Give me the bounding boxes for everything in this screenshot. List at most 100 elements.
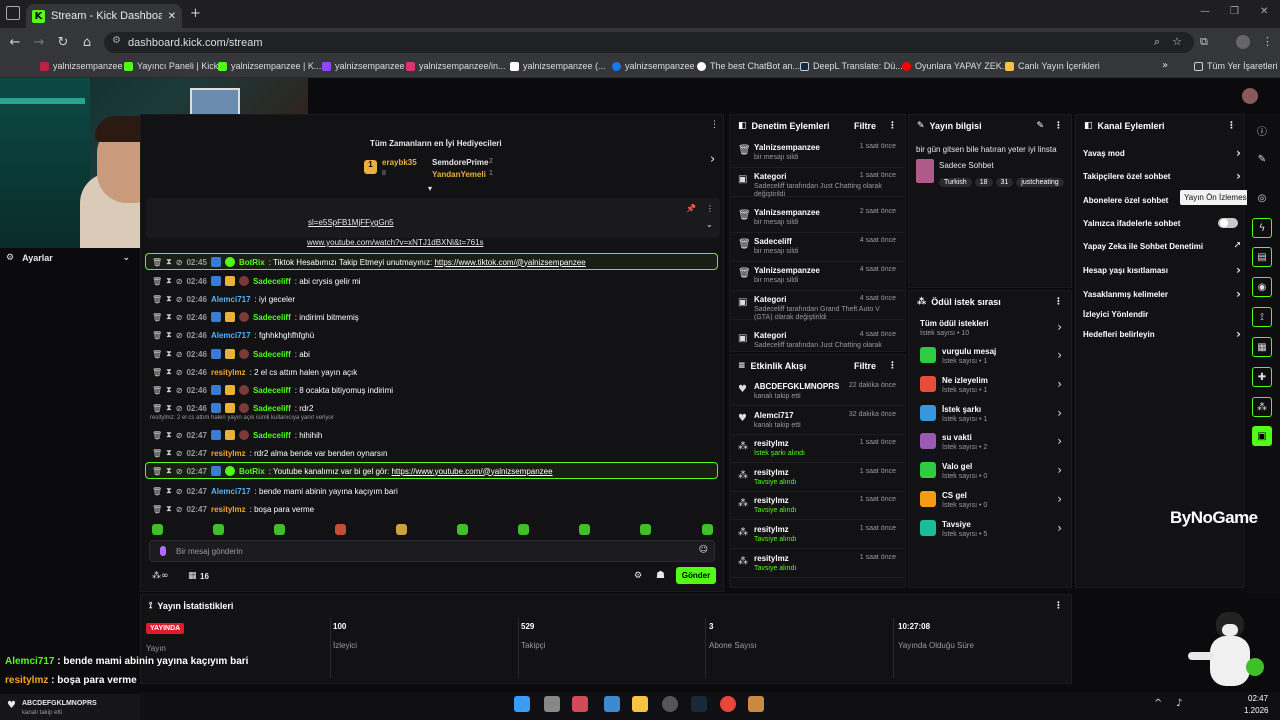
browser-menu-icon[interactable]: ⋮ — [1262, 35, 1273, 48]
emote-icon[interactable] — [518, 524, 529, 535]
back-icon[interactable]: ← — [3, 30, 27, 54]
bookmark-item[interactable]: yalnizsempanzee/in... — [406, 61, 506, 71]
tag[interactable]: justcheating — [1016, 178, 1064, 187]
share-icon[interactable]: ⁂ — [1252, 397, 1272, 417]
channel-action-item[interactable]: İzleyici Yönlendir — [1083, 305, 1241, 323]
delete-icon[interactable]: 🗑 — [152, 313, 162, 322]
delete-icon[interactable]: 🗑 — [152, 404, 162, 413]
timeout-icon[interactable]: ⧗ — [166, 330, 172, 340]
ban-icon[interactable]: ⊘ — [176, 295, 183, 304]
bolt-icon[interactable]: ϟ — [1252, 218, 1272, 238]
activity-menu-icon[interactable]: ⋮ — [888, 361, 897, 371]
rewards-menu-icon[interactable]: ⋮ — [1054, 297, 1063, 307]
ban-icon[interactable]: ⊘ — [176, 368, 183, 377]
delete-icon[interactable]: 🗑 — [152, 295, 162, 304]
tray-chevron-icon[interactable]: ^ — [1154, 698, 1162, 709]
timeout-icon[interactable]: ⧗ — [166, 294, 172, 304]
more-bookmarks-icon[interactable]: » — [1162, 60, 1168, 71]
channel-action-item[interactable]: Yavaş mod › — [1083, 144, 1241, 162]
send-button[interactable]: Gönder — [676, 567, 716, 584]
pinned-link[interactable]: sl=e5SpFB1MjFFygGn5 — [308, 218, 394, 227]
reward-item[interactable]: İstek şarkı İstek sayısı • 1 › — [918, 402, 1066, 430]
preview-icon[interactable]: ◎ — [1252, 188, 1272, 208]
message-username[interactable]: Sadeceliff — [253, 386, 291, 395]
browser-tab[interactable]: K Stream - Kick Dashboard ✕ — [26, 4, 182, 28]
delete-icon[interactable]: 🗑 — [152, 277, 162, 286]
tools-icon[interactable]: ✚ — [1252, 367, 1272, 387]
message-username[interactable]: resitylmz — [211, 368, 246, 377]
bookmark-folder[interactable]: Canlı Yayın İçerikleri — [1005, 61, 1100, 71]
channel-action-item[interactable]: Yapay Zeka ile Sohbet Denetimi ↗ — [1083, 237, 1241, 255]
emoji-icon[interactable]: ☺ — [699, 545, 708, 555]
tag[interactable]: Turkish — [939, 178, 972, 187]
channel-action-item[interactable]: Yasaklanmış kelimeler › — [1083, 285, 1241, 303]
expand-chevron-icon[interactable]: ⌄ — [706, 220, 713, 229]
delete-icon[interactable]: 🗑 — [152, 350, 162, 359]
bookmark-item[interactable]: yalnizsempanzee — [322, 61, 405, 71]
address-bar[interactable]: ⚙ dashboard.kick.com/stream ⌕ ☆ — [104, 32, 1194, 53]
reward-item[interactable]: Valo gel İstek sayısı • 0 › — [918, 459, 1066, 487]
message-username[interactable]: resitylmz — [211, 505, 246, 514]
users-icon[interactable]: ⁂∞ — [152, 571, 169, 581]
delete-icon[interactable]: 🗑 — [152, 467, 162, 476]
ban-icon[interactable]: ⊘ — [176, 313, 183, 322]
home-icon[interactable]: ⌂ — [75, 30, 99, 54]
timeout-icon[interactable]: ⧗ — [166, 276, 172, 286]
message-username[interactable]: Sadeceliff — [253, 404, 291, 413]
ban-icon[interactable]: ⊘ — [176, 404, 183, 413]
timeout-icon[interactable]: ⧗ — [166, 385, 172, 395]
channel-actions-menu-icon[interactable]: ⋮ — [1227, 121, 1236, 131]
next-chevron-icon[interactable]: › — [710, 152, 715, 167]
edit-icon[interactable]: ✎ — [1036, 121, 1044, 131]
chat-menu-icon[interactable]: ⋮ — [710, 120, 719, 130]
user-avatar[interactable] — [1242, 88, 1258, 104]
stream-info-menu-icon[interactable]: ⋮ — [1054, 121, 1063, 131]
timeout-icon[interactable]: ⧗ — [166, 486, 172, 496]
layout-icon[interactable]: ▣ — [1252, 426, 1272, 446]
emote-icon[interactable] — [335, 524, 346, 535]
message-username[interactable]: Alemci717 — [211, 331, 251, 340]
ban-icon[interactable]: ⊘ — [176, 487, 183, 496]
message-username[interactable]: Alemci717 — [211, 295, 251, 304]
mod-menu-icon[interactable]: ⋮ — [888, 121, 897, 131]
close-window-icon[interactable]: ✕ — [1260, 6, 1268, 17]
bookmark-item[interactable]: yalnizsempanzee (... — [510, 61, 606, 71]
mod-filter-button[interactable]: Filtre — [854, 121, 876, 131]
bot-icon[interactable]: ☗ — [656, 570, 665, 581]
timeout-icon[interactable]: ⧗ — [166, 403, 172, 413]
timeout-icon[interactable]: ⧗ — [166, 466, 172, 476]
message-username[interactable]: BotRix — [239, 258, 265, 267]
broadcast-icon[interactable]: ⟟ — [1252, 307, 1272, 327]
activity-filter-button[interactable]: Filtre — [854, 361, 876, 371]
file-explorer-icon[interactable] — [632, 696, 648, 712]
pinned-menu-icon[interactable]: ⋮ — [706, 204, 714, 213]
reward-item[interactable]: Ne izleyelim İstek sayısı • 1 › — [918, 373, 1066, 401]
message-username[interactable]: BotRix — [239, 467, 265, 476]
timeout-icon[interactable]: ⧗ — [166, 504, 172, 514]
bookmark-item[interactable]: Oyunlara YAPAY ZEK... — [902, 61, 1009, 71]
site-info-icon[interactable]: ⚙ — [112, 35, 121, 46]
mic-icon[interactable] — [160, 546, 166, 556]
ban-icon[interactable]: ⊘ — [176, 331, 183, 340]
message-link[interactable]: https://www.tiktok.com/@yalnizsempanzee — [434, 258, 585, 267]
chrome-icon[interactable] — [720, 696, 736, 712]
bookmark-item[interactable]: yalnizsempanzee | K... — [218, 61, 321, 71]
emote-icon[interactable] — [702, 524, 713, 535]
obs-icon[interactable] — [662, 696, 678, 712]
forward-icon[interactable]: → — [27, 30, 51, 54]
message-username[interactable]: resitylmz — [211, 449, 246, 458]
collapse-icon[interactable]: ▾ — [428, 184, 432, 193]
ban-icon[interactable]: ⊘ — [176, 505, 183, 514]
timeout-icon[interactable]: ⧗ — [166, 349, 172, 359]
channel-action-item[interactable]: Hesap yaşı kısıtlaması › — [1083, 261, 1241, 279]
tab-search-icon[interactable] — [6, 6, 20, 20]
profile-avatar[interactable] — [1236, 35, 1250, 49]
task-view-icon[interactable] — [544, 696, 560, 712]
delete-icon[interactable]: 🗑 — [152, 386, 162, 395]
new-tab-button[interactable]: + — [190, 6, 201, 21]
app-icon[interactable] — [572, 696, 588, 712]
ban-icon[interactable]: ⊘ — [176, 350, 183, 359]
maximize-icon[interactable]: ❐ — [1230, 6, 1239, 17]
tag[interactable]: 18 — [974, 178, 993, 187]
bookmark-star-icon[interactable]: ☆ — [1172, 35, 1182, 48]
